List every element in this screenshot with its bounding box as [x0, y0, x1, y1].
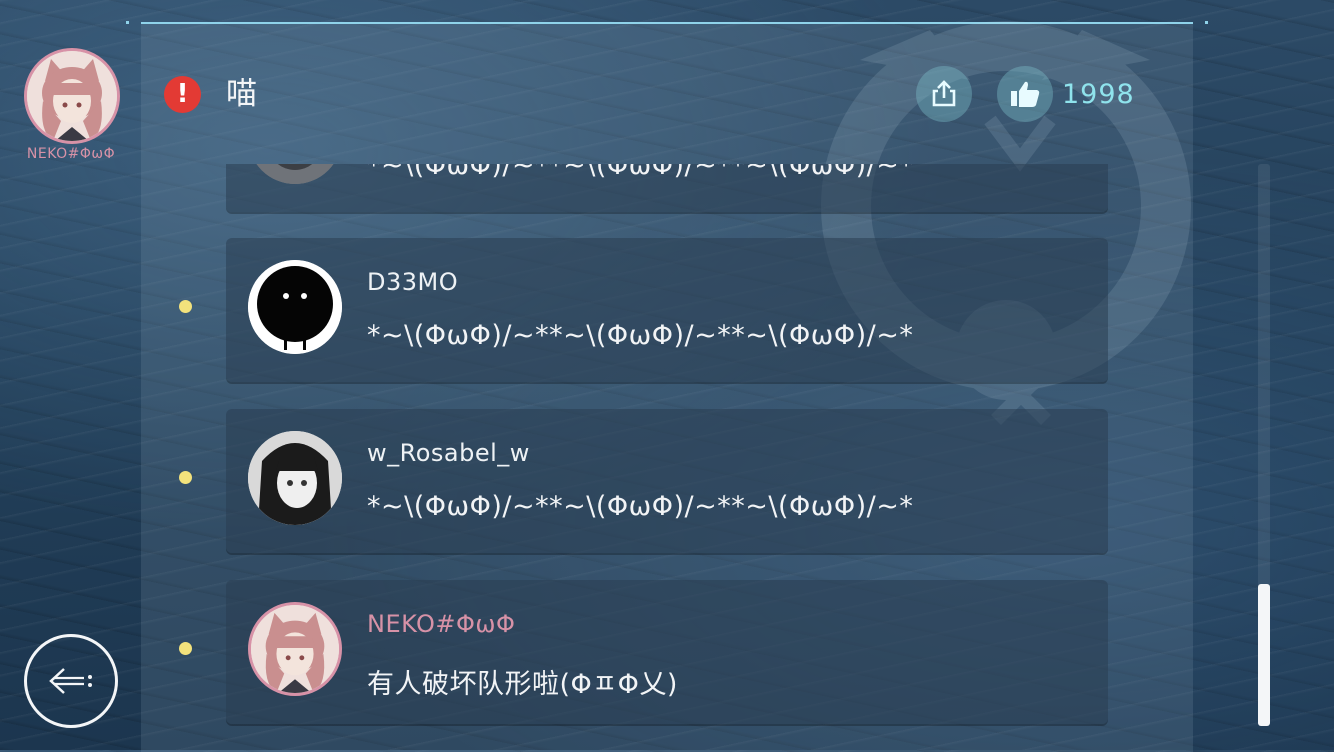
comment-username: D33MO	[367, 268, 459, 296]
comment-avatar[interactable]	[248, 164, 342, 184]
comment-avatar[interactable]	[248, 431, 342, 525]
comment-username: NEKO#ΦωΦ	[367, 610, 516, 638]
like-button[interactable]	[997, 66, 1053, 122]
comment-message: *~\(ΦωΦ)/~**~\(ΦωΦ)/~**~\(ΦωΦ)/~*	[367, 320, 914, 351]
exclamation-icon[interactable]: !	[164, 76, 201, 113]
comment-list[interactable]: *~\(ΦωΦ)/~**~\(ΦωΦ)/~**~\(ΦωΦ)/~* D33MO …	[141, 164, 1193, 750]
corner-marker-right	[1205, 21, 1208, 24]
current-user-avatar[interactable]	[24, 48, 120, 144]
scrollbar-thumb[interactable]	[1258, 584, 1270, 726]
like-count: 1998	[1062, 79, 1135, 110]
comment-card: *~\(ΦωΦ)/~**~\(ΦωΦ)/~**~\(ΦωΦ)/~*	[226, 164, 1108, 212]
share-icon	[932, 80, 956, 107]
corner-marker-left	[126, 21, 129, 24]
comment-message: *~\(ΦωΦ)/~**~\(ΦωΦ)/~**~\(ΦωΦ)/~*	[367, 164, 914, 181]
current-user-name: NEKO#ΦωΦ	[26, 146, 116, 162]
comment-avatar[interactable]	[248, 602, 342, 696]
comment-card: w_Rosabel_w *~\(ΦωΦ)/~**~\(ΦωΦ)/~**~\(Φω…	[226, 409, 1108, 553]
comment-username: w_Rosabel_w	[367, 439, 530, 467]
comment-card: D33MO *~\(ΦωΦ)/~**~\(ΦωΦ)/~**~\(ΦωΦ)/~*	[226, 238, 1108, 382]
comment-avatar[interactable]	[248, 260, 342, 354]
unread-dot	[179, 471, 192, 484]
anime-cat-girl-icon	[251, 605, 339, 693]
unread-dot	[179, 642, 192, 655]
grey-avatar-icon	[248, 164, 342, 184]
anime-cat-girl-icon	[27, 51, 117, 141]
comment-message: 有人破坏队形啦(ΦㅍΦ乂)	[367, 669, 678, 700]
comment-message: *~\(ΦωΦ)/~**~\(ΦωΦ)/~**~\(ΦωΦ)/~*	[367, 491, 914, 522]
share-button[interactable]	[916, 66, 972, 122]
dark-hair-girl-avatar-icon	[248, 431, 342, 525]
page-title: 喵	[226, 76, 257, 112]
black-blob-avatar-icon	[248, 260, 342, 354]
back-button[interactable]	[24, 634, 118, 728]
unread-dot	[179, 300, 192, 313]
back-arrow-icon	[49, 668, 92, 694]
comment-card: NEKO#ΦωΦ 有人破坏队形啦(ΦㅍΦ乂)	[226, 580, 1108, 724]
thumbs-up-icon	[1011, 81, 1040, 107]
